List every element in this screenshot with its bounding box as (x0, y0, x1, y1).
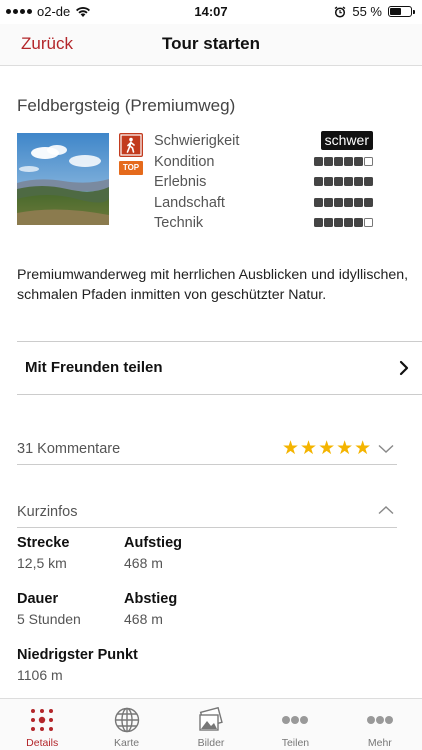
info-niedrigster-punkt: Niedrigster Punkt 1106 m (17, 647, 138, 683)
rating-dot-filled (314, 177, 323, 186)
rating-dot-filled (324, 197, 333, 207)
comments-label: 31 Kommentare (17, 441, 121, 457)
info-key: Abstieg (124, 591, 178, 607)
pictures-icon (199, 707, 223, 731)
rating-dot-filled (334, 177, 343, 186)
rating-dot-filled (344, 156, 353, 166)
rating-dot-filled (324, 218, 333, 227)
rating-dot-empty (364, 156, 373, 166)
rating-dots (314, 156, 373, 166)
rating-dot-filled (354, 197, 363, 207)
tab-bilder[interactable]: Bilder (169, 699, 253, 750)
rating-dot-filled (354, 156, 363, 166)
tab-label: Karte (114, 737, 140, 749)
ratings-list: Schwierigkeit schwer Kondition Erlebnis … (154, 131, 376, 234)
rating-dot-filled (354, 218, 363, 227)
tab-details[interactable]: Details (0, 699, 84, 750)
info-aufstieg: Aufstieg 468 m (124, 535, 182, 571)
rating-dot-empty (364, 218, 373, 227)
info-key: Strecke (17, 535, 70, 551)
battery-percent: 55 % (352, 4, 382, 19)
info-strecke: Strecke 12,5 km (17, 535, 69, 571)
divider (17, 527, 397, 528)
rating-dot-filled (364, 197, 373, 207)
rating-dot-filled (364, 177, 373, 186)
info-key: Aufstieg (124, 535, 182, 551)
rating-dots (314, 218, 373, 227)
rating-row-kondition: Kondition (154, 152, 376, 173)
rating-row-erlebnis: Erlebnis (154, 172, 376, 193)
rating-dot-filled (344, 197, 353, 207)
info-abstieg: Abstieg 468 m (124, 591, 177, 627)
rating-dot-filled (314, 218, 323, 227)
rating-dot-filled (314, 156, 323, 166)
chevron-up-icon[interactable] (378, 505, 394, 515)
divider (17, 394, 422, 395)
rating-dot-filled (344, 218, 353, 227)
info-key: Dauer (17, 591, 59, 607)
tab-label: Details (26, 737, 59, 749)
rating-dot-filled (324, 156, 333, 166)
star-rating: ★★★★★ (282, 438, 373, 459)
tour-photo[interactable] (17, 133, 109, 225)
details-icon (31, 709, 54, 731)
tour-description: Premiumwanderweg mit herrlichen Ausblick… (17, 267, 409, 303)
rating-dot-filled (354, 177, 363, 186)
rating-dots (314, 197, 373, 207)
tab-label: Bilder (197, 737, 225, 749)
info-dauer: Dauer 5 Stunden (17, 591, 81, 627)
rating-dot-filled (334, 197, 343, 207)
info-value: 1106 m (17, 667, 63, 683)
alarm-icon (334, 5, 346, 18)
rating-label: Erlebnis (154, 174, 207, 190)
info-value: 468 m (124, 555, 163, 571)
difficulty-badge: schwer (320, 131, 373, 150)
chevron-down-icon[interactable] (378, 444, 394, 454)
tab-mehr[interactable]: Mehr (338, 699, 422, 750)
hiker-icon (119, 133, 143, 157)
kurzinfos-header[interactable]: Kurzinfos (0, 496, 422, 528)
rating-label: Landschaft (154, 194, 225, 211)
tab-bar: Details Karte Bilder Teilen Mehr (0, 698, 422, 750)
back-button[interactable]: Zurück (21, 34, 73, 54)
rating-dot-filled (334, 218, 343, 227)
tour-title: Feldbergsteig (Premiumweg) (17, 96, 236, 115)
rating-row-technik: Technik (154, 213, 376, 234)
navigation-bar: Zurück Tour starten (0, 24, 422, 66)
share-dots-icon (282, 716, 309, 724)
rating-dot-filled (344, 177, 353, 186)
tab-karte[interactable]: Karte (84, 699, 168, 750)
rating-dot-filled (314, 197, 323, 207)
rating-row-landschaft: Landschaft (154, 193, 376, 214)
info-key: Niedrigster Punkt (17, 647, 138, 663)
top-badge: TOP (119, 161, 143, 175)
divider (17, 464, 397, 465)
chevron-right-icon (399, 360, 409, 376)
globe-icon (114, 707, 139, 733)
landscape-image (17, 133, 109, 225)
share-label: Mit Freunden teilen (25, 359, 163, 376)
rating-label: Schwierigkeit (154, 133, 240, 149)
rating-dots (314, 177, 373, 186)
status-bar: o2-de 14:07 55 % (0, 0, 422, 24)
rating-label: Technik (154, 215, 204, 231)
more-dots-icon (366, 716, 393, 724)
tab-label: Teilen (281, 737, 310, 749)
rating-dot-filled (324, 177, 333, 186)
comments-row[interactable]: 31 Kommentare ★★★★★ (0, 432, 422, 464)
battery-icon (388, 6, 415, 17)
tab-label: Mehr (367, 737, 392, 749)
info-value: 468 m (124, 611, 163, 627)
tab-teilen[interactable]: Teilen (253, 699, 337, 750)
status-right: 55 % (334, 4, 415, 19)
rating-dot-filled (334, 156, 343, 166)
kurzinfos-label: Kurzinfos (17, 504, 78, 520)
rating-row-schwierigkeit: Schwierigkeit schwer (154, 131, 376, 152)
info-value: 5 Stunden (17, 611, 81, 627)
rating-label: Kondition (154, 153, 215, 170)
info-value: 12,5 km (17, 555, 67, 571)
share-with-friends-button[interactable]: Mit Freunden teilen (0, 342, 422, 394)
